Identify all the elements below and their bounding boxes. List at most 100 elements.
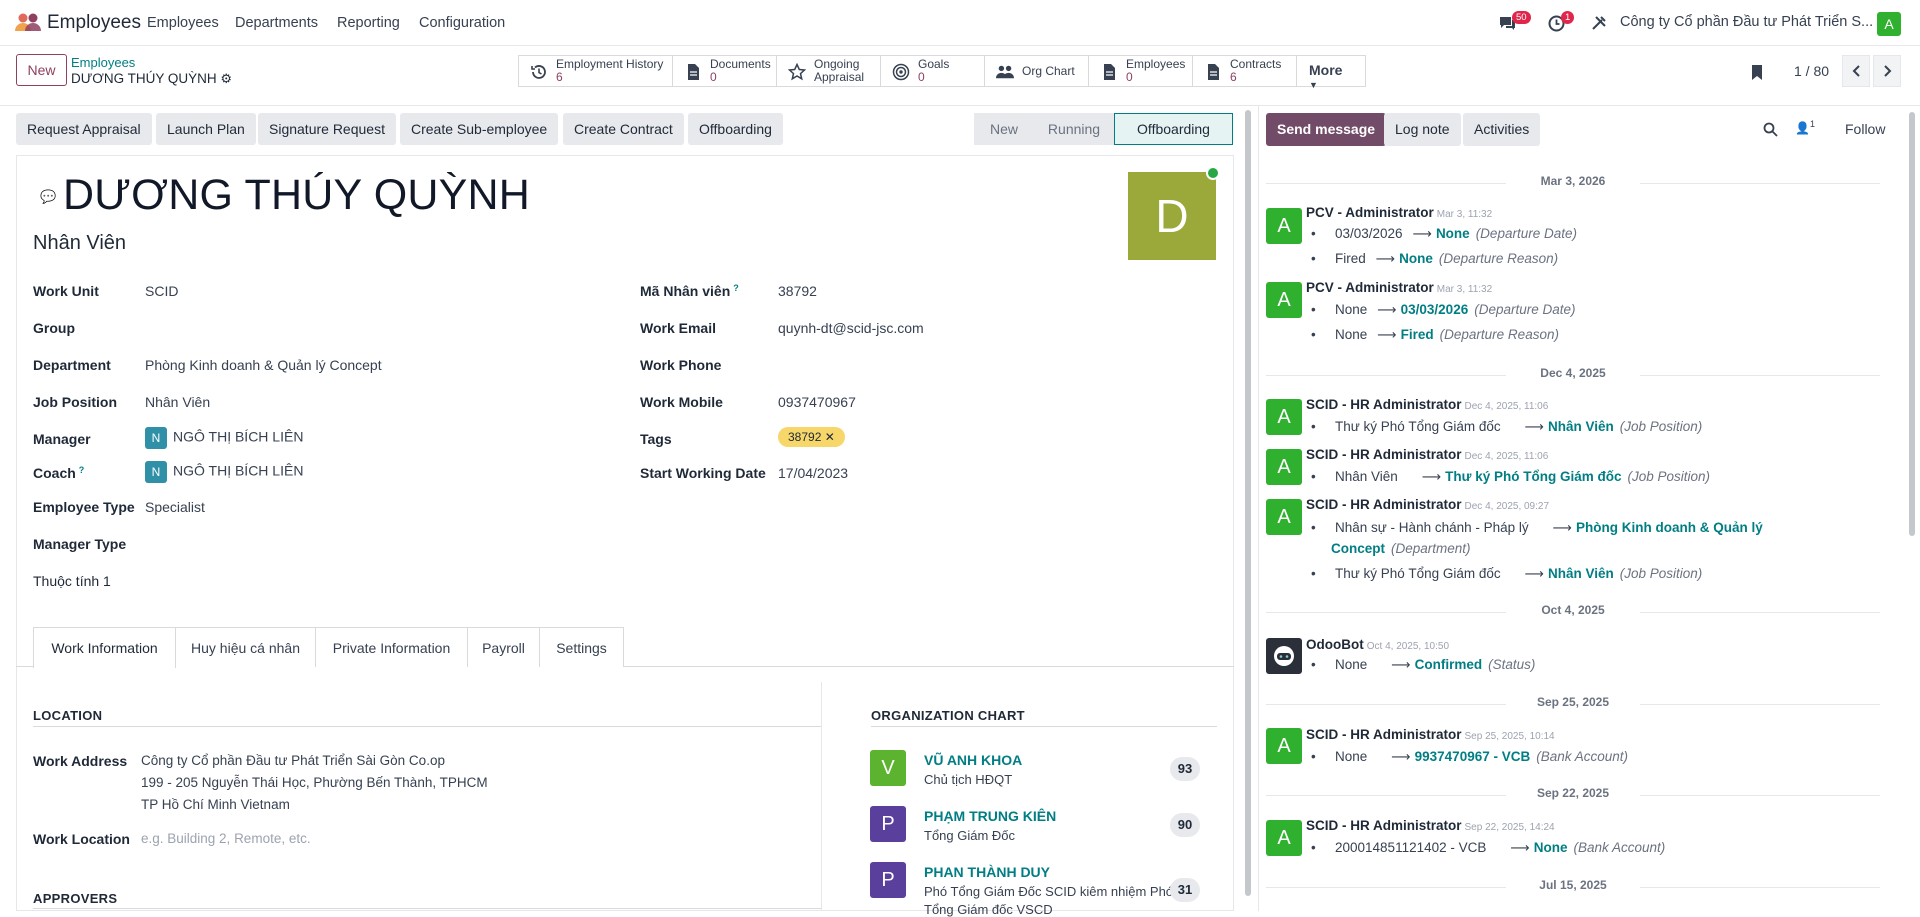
message-author[interactable]: PCV - Administrator Mar 3, 11:32 bbox=[1306, 205, 1492, 220]
org-person-avatar[interactable]: V bbox=[870, 750, 906, 786]
org-subordinates-count[interactable]: 90 bbox=[1170, 813, 1200, 837]
chatter-scrollbar[interactable] bbox=[1909, 112, 1915, 536]
tab-payroll[interactable]: Payroll bbox=[467, 627, 540, 667]
message-author[interactable]: SCID - HR Administrator Sep 22, 2025, 14:… bbox=[1306, 818, 1555, 833]
work-location-input[interactable]: e.g. Building 2, Remote, etc. bbox=[141, 831, 311, 846]
message-author[interactable]: SCID - HR Administrator Sep 25, 2025, 10:… bbox=[1306, 727, 1555, 742]
author-name: SCID - HR Administrator bbox=[1306, 818, 1462, 833]
org-chart-button[interactable]: Org Chart bbox=[985, 56, 1089, 86]
manager-type-value[interactable] bbox=[145, 536, 595, 554]
message-author[interactable]: OdooBot Oct 4, 2025, 10:50 bbox=[1306, 637, 1449, 652]
work-mobile-value[interactable]: 0937470967 bbox=[778, 394, 856, 410]
employees-app-icon[interactable] bbox=[14, 12, 42, 32]
create-sub-employee-button[interactable]: Create Sub-employee bbox=[400, 113, 559, 145]
department-value[interactable]: Phòng Kinh doanh & Quản lý Concept bbox=[145, 357, 382, 373]
org-subordinates-count[interactable]: 31 bbox=[1170, 878, 1200, 902]
contracts-button[interactable]: Contracts 6 bbox=[1193, 56, 1297, 86]
offboarding-action-button[interactable]: Offboarding bbox=[688, 113, 783, 145]
document-icon bbox=[688, 64, 699, 80]
tab-private-information[interactable]: Private Information bbox=[315, 627, 468, 667]
tools-icon[interactable] bbox=[1591, 15, 1607, 31]
user-avatar[interactable]: A bbox=[1877, 12, 1901, 36]
message-author-avatar[interactable]: A bbox=[1266, 449, 1302, 485]
goals-button[interactable]: Goals 0 bbox=[881, 56, 985, 86]
start-working-date-value[interactable]: 17/04/2023 bbox=[778, 465, 848, 481]
employee-job-title[interactable]: Nhân Viên bbox=[33, 232, 126, 255]
help-icon[interactable]: ? bbox=[79, 465, 85, 475]
gear-icon[interactable]: ⚙ bbox=[220, 71, 232, 86]
message-author[interactable]: SCID - HR Administrator Dec 4, 2025, 11:0… bbox=[1306, 447, 1548, 462]
work-phone-value[interactable] bbox=[778, 357, 1218, 375]
work-email-value[interactable]: quynh-dt@scid-jsc.com bbox=[778, 320, 924, 336]
send-message-button[interactable]: Send message bbox=[1266, 113, 1387, 146]
message-author[interactable]: SCID - HR Administrator Dec 4, 2025, 09:2… bbox=[1306, 497, 1549, 512]
group-value[interactable] bbox=[145, 320, 595, 338]
manager-value[interactable]: N NGÔ THỊ BÍCH LIÊN bbox=[145, 427, 303, 449]
org-person-name[interactable]: PHAN THÀNH DUY bbox=[924, 864, 1050, 880]
follow-button[interactable]: Follow bbox=[1845, 121, 1885, 137]
close-icon[interactable]: ✕ bbox=[825, 430, 835, 444]
pager-next-button[interactable] bbox=[1873, 55, 1901, 87]
followers-button[interactable]: 👤1 bbox=[1795, 119, 1815, 135]
message-author-avatar[interactable]: A bbox=[1266, 208, 1302, 244]
odoobot-avatar[interactable] bbox=[1266, 638, 1302, 674]
org-person-name[interactable]: PHẠM TRUNG KIÊN bbox=[924, 808, 1056, 824]
form-scrollbar[interactable] bbox=[1245, 110, 1251, 896]
message-author-avatar[interactable]: A bbox=[1266, 282, 1302, 318]
employment-history-button[interactable]: Employment History 6 bbox=[519, 56, 673, 86]
company-switcher[interactable]: Công ty Cổ phần Đầu tư Phát Triển S... bbox=[1620, 14, 1873, 30]
activities-button[interactable]: Activities bbox=[1463, 113, 1541, 146]
bookmark-icon[interactable] bbox=[1750, 64, 1764, 81]
org-subordinates-count[interactable]: 93 bbox=[1170, 757, 1200, 781]
help-icon[interactable]: ? bbox=[733, 283, 739, 293]
pager-previous-button[interactable] bbox=[1842, 55, 1870, 87]
request-appraisal-button[interactable]: Request Appraisal bbox=[16, 113, 152, 145]
job-position-value[interactable]: Nhân Viên bbox=[145, 394, 210, 410]
message-author-avatar[interactable]: A bbox=[1266, 820, 1302, 856]
breadcrumb-employees[interactable]: Employees bbox=[71, 55, 135, 70]
work-address-line-1[interactable]: Công ty Cổ phần Đầu tư Phát Triển Sài Gò… bbox=[141, 753, 445, 768]
stage-new[interactable]: New bbox=[974, 113, 1034, 145]
message-author-avatar[interactable]: A bbox=[1266, 728, 1302, 764]
chat-bubble-icon[interactable]: 💬 bbox=[40, 189, 56, 205]
menu-configuration[interactable]: Configuration bbox=[419, 15, 505, 31]
work-unit-value[interactable]: SCID bbox=[145, 283, 178, 299]
message-author[interactable]: PCV - Administrator Mar 3, 11:32 bbox=[1306, 280, 1492, 295]
log-note-button[interactable]: Log note bbox=[1384, 113, 1461, 146]
org-person-name[interactable]: VŨ ANH KHOA bbox=[924, 752, 1022, 768]
org-person-avatar[interactable]: P bbox=[870, 806, 906, 842]
section-divider bbox=[871, 726, 1217, 727]
attribute-1-value[interactable] bbox=[145, 573, 595, 591]
org-person-avatar[interactable]: P bbox=[870, 862, 906, 898]
tag-chip[interactable]: 38792 ✕ bbox=[778, 427, 845, 447]
launch-plan-button[interactable]: Launch Plan bbox=[156, 113, 256, 145]
coach-value[interactable]: N NGÔ THỊ BÍCH LIÊN bbox=[145, 461, 303, 483]
create-contract-button[interactable]: Create Contract bbox=[563, 113, 684, 145]
more-button[interactable]: More ▼ bbox=[1297, 56, 1365, 90]
documents-button[interactable]: Documents 0 bbox=[673, 56, 777, 86]
stage-offboarding[interactable]: Offboarding bbox=[1114, 113, 1233, 145]
search-icon[interactable] bbox=[1763, 122, 1778, 137]
message-author-avatar[interactable]: A bbox=[1266, 499, 1302, 535]
message-author[interactable]: SCID - HR Administrator Dec 4, 2025, 11:0… bbox=[1306, 397, 1548, 412]
tab-work-information[interactable]: Work Information bbox=[33, 627, 176, 668]
stage-running[interactable]: Running bbox=[1034, 113, 1114, 145]
employee-name[interactable]: DƯƠNG THÚY QUỲNH bbox=[63, 171, 530, 220]
employee-code-value[interactable]: 38792 bbox=[778, 283, 817, 299]
message-author-avatar[interactable]: A bbox=[1266, 399, 1302, 435]
tracking-line: Thư ký Phó Tổng Giám đốc ⟶Nhân Viên (Job P… bbox=[1311, 419, 1702, 435]
menu-employees[interactable]: Employees bbox=[147, 15, 219, 31]
new-value: Confirmed bbox=[1414, 657, 1483, 672]
tab-settings[interactable]: Settings bbox=[539, 627, 624, 667]
employee-type-value[interactable]: Specialist bbox=[145, 499, 205, 515]
menu-reporting[interactable]: Reporting bbox=[337, 15, 400, 31]
employee-avatar[interactable]: D bbox=[1128, 172, 1216, 260]
menu-departments[interactable]: Departments bbox=[235, 15, 318, 31]
pager-value[interactable]: 1 / 80 bbox=[1794, 63, 1829, 79]
app-title[interactable]: Employees bbox=[47, 12, 141, 34]
employees-smart-button[interactable]: Employees 0 bbox=[1089, 56, 1193, 86]
ongoing-appraisal-button[interactable]: Ongoing Appraisal bbox=[777, 56, 881, 86]
new-button[interactable]: New bbox=[16, 54, 67, 86]
signature-request-button[interactable]: Signature Request bbox=[258, 113, 396, 145]
tab-personal-badges[interactable]: Huy hiệu cá nhân bbox=[175, 627, 316, 667]
